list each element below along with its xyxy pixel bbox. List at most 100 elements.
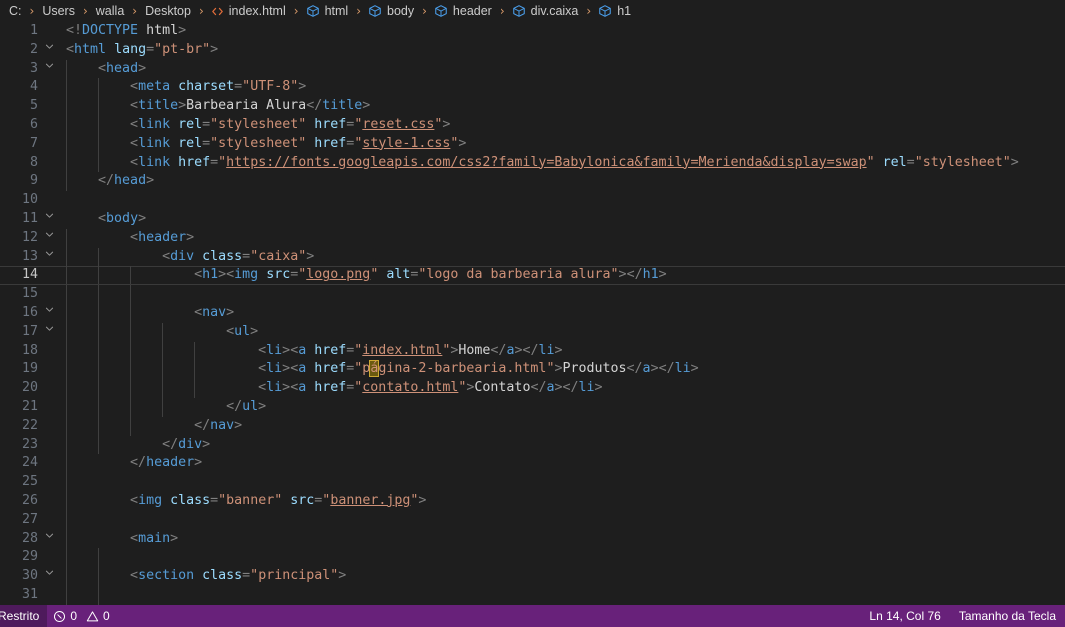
code-line[interactable]: 9 </head>	[0, 172, 1065, 192]
string-value[interactable]: style-1.css	[362, 136, 450, 151]
code-line[interactable]: 27	[0, 510, 1065, 530]
line-number: 31	[21, 586, 38, 602]
code-line[interactable]: 17 <ul>	[0, 322, 1065, 342]
chevron-down-icon[interactable]	[44, 567, 58, 578]
code-text: <ul>	[226, 323, 259, 339]
code-line[interactable]: 4 <meta charset="UTF-8">	[0, 78, 1065, 98]
code-text: <h1><img src="logo.png" alt="logo da bar…	[194, 267, 667, 283]
code-line[interactable]: 20 <li><a href="contato.html">Contato</a…	[0, 379, 1065, 398]
code-line[interactable]: 7 <link rel="stylesheet" href="style-1.c…	[0, 134, 1065, 154]
line-number: 9	[29, 173, 38, 189]
code-line[interactable]: 15	[0, 285, 1065, 304]
chevron-down-icon[interactable]	[44, 304, 58, 315]
chevron-down-icon[interactable]	[44, 210, 58, 221]
code-text: <main>	[130, 530, 179, 546]
cursor-position-button[interactable]: Ln 14, Col 76	[860, 609, 949, 623]
chevron-down-icon[interactable]	[44, 60, 58, 71]
code-text: <link href="https://fonts.googleapis.com…	[130, 154, 1019, 170]
line-number: 3	[29, 60, 38, 76]
code-line[interactable]: 5 <title>Barbearia Alura</title>	[0, 97, 1065, 116]
breadcrumb-item-c-[interactable]: C:	[6, 4, 25, 18]
breadcrumb-item-label: h1	[617, 4, 632, 18]
code-line[interactable]: 28 <main>	[0, 529, 1065, 549]
code-text: <li><a href="contato.html">Contato</a></…	[258, 380, 603, 396]
code-line[interactable]: 6 <link rel="stylesheet" href="reset.css…	[0, 115, 1065, 135]
code-line[interactable]: 19 <li><a href="página-2-barbearia.html"…	[0, 360, 1065, 380]
key-size-button[interactable]: Tamanho da Tecla	[950, 609, 1065, 623]
workspace-trust-button[interactable]: Restrito	[0, 605, 48, 627]
breadcrumb-item-index-html[interactable]: index.html	[209, 4, 289, 18]
breadcrumb-separator-icon: ›	[356, 4, 361, 18]
code-line[interactable]: 24 </header>	[0, 454, 1065, 474]
code-text: <header>	[130, 229, 195, 245]
string-value[interactable]: logo.png	[306, 267, 370, 282]
line-number: 29	[21, 549, 38, 565]
line-number: 25	[21, 474, 38, 490]
line-number: 12	[21, 229, 38, 245]
code-line[interactable]: 31	[0, 585, 1065, 605]
breadcrumb-item-desktop[interactable]: Desktop	[142, 4, 194, 18]
chevron-down-icon[interactable]	[44, 41, 58, 52]
breadcrumb-item-html[interactable]: html	[304, 4, 352, 18]
problems-button[interactable]: 0 0	[47, 605, 115, 627]
code-line[interactable]: 11 <body>	[0, 210, 1065, 229]
code-editor[interactable]: 1 <!DOCTYPE html> 2 <html lang="pt-br"> 3 <h…	[0, 22, 1065, 605]
code-line[interactable]: 23 </div>	[0, 435, 1065, 455]
status-bar-right: Ln 14, Col 76 Tamanho da Tecla	[860, 605, 1065, 627]
string-value[interactable]: index.html	[362, 343, 442, 358]
line-number: 24	[21, 455, 38, 471]
code-text: <body>	[98, 210, 147, 226]
code-text: <html lang="pt-br">	[66, 41, 219, 57]
line-number: 27	[21, 511, 38, 527]
code-line[interactable]: 12 <header>	[0, 228, 1065, 248]
error-count: 0	[70, 609, 78, 623]
code-line[interactable]: 29	[0, 548, 1065, 568]
breadcrumb-item-header[interactable]: header	[432, 4, 495, 18]
chevron-down-icon[interactable]	[44, 229, 58, 240]
line-number: 16	[21, 304, 38, 320]
string-value[interactable]: https://fonts.googleapis.com/css2?family…	[226, 155, 866, 170]
code-line[interactable]: 21 </ul>	[0, 397, 1065, 417]
line-number: 13	[21, 248, 38, 264]
code-text: </ul>	[226, 398, 267, 414]
code-line[interactable]: 13 <div class="caixa">	[0, 247, 1065, 267]
code-line[interactable]: 18 <li><a href="index.html">Home</a></li…	[0, 341, 1065, 361]
code-line[interactable]: 1 <!DOCTYPE html>	[0, 22, 1065, 41]
line-number: 19	[21, 361, 38, 377]
breadcrumb-item-label: html	[324, 4, 349, 18]
breadcrumb-item-users[interactable]: Users	[39, 4, 78, 18]
string-value[interactable]: contato.html	[362, 380, 458, 395]
code-line[interactable]: 2 <html lang="pt-br">	[0, 41, 1065, 60]
code-line[interactable]: 22 </nav>	[0, 416, 1065, 436]
breadcrumb-item-div-caixa[interactable]: div.caixa	[510, 4, 582, 18]
code-line[interactable]: 26 <img class="banner" src="banner.jpg">	[0, 491, 1065, 511]
string-value[interactable]: reset.css	[362, 117, 434, 132]
line-number: 4	[29, 79, 38, 95]
line-number: 8	[29, 154, 38, 170]
warning-triangle-icon	[86, 610, 99, 623]
code-line[interactable]: 14 <h1><img src="logo.png" alt="logo da …	[0, 266, 1065, 286]
code-line[interactable]: 3 <head>	[0, 59, 1065, 79]
code-line[interactable]: 30 <section class="principal">	[0, 567, 1065, 586]
breadcrumb-item-body[interactable]: body	[366, 4, 417, 18]
chevron-down-icon[interactable]	[44, 323, 58, 334]
string-value: stylesheet	[218, 135, 299, 151]
code-text: <head>	[98, 60, 147, 76]
breadcrumb-item-walla[interactable]: walla	[93, 4, 128, 18]
code-line[interactable]: 16 <nav>	[0, 303, 1065, 323]
breadcrumb-item-h1[interactable]: h1	[596, 4, 634, 18]
line-number: 22	[21, 417, 38, 433]
string-value: banner	[226, 492, 275, 508]
breadcrumb-separator-icon: ›	[422, 4, 427, 18]
breadcrumb-item-label: div.caixa	[530, 4, 579, 18]
line-number: 21	[21, 398, 38, 414]
chevron-down-icon[interactable]	[44, 248, 58, 259]
breadcrumb[interactable]: C: › Users › walla › Desktop › index.html › html…	[0, 0, 1065, 22]
string-value[interactable]: banner.jpg	[330, 493, 410, 508]
code-text: <div class="caixa">	[162, 248, 315, 264]
code-line[interactable]: 10	[0, 191, 1065, 210]
code-line[interactable]: 8 <link href="https://fonts.googleapis.c…	[0, 153, 1065, 173]
chevron-down-icon[interactable]	[44, 530, 58, 541]
code-line[interactable]: 25	[0, 473, 1065, 492]
symbol-field-icon	[306, 4, 320, 18]
